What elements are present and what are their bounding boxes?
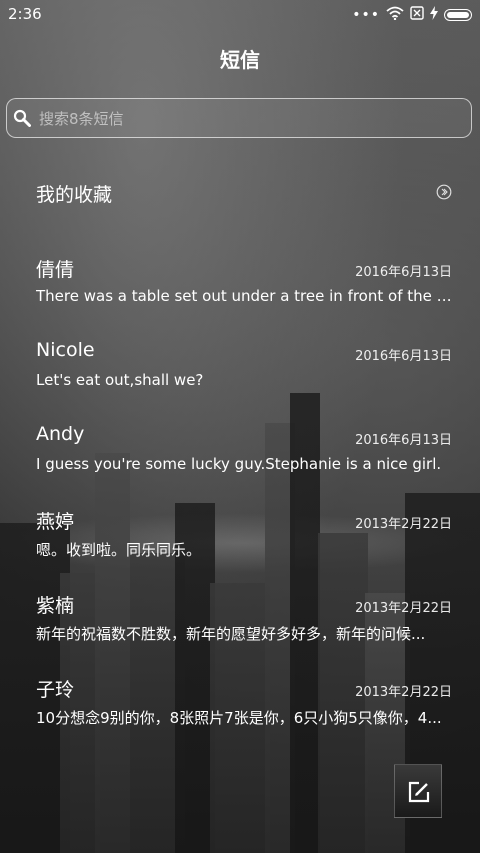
message-preview: 新年的祝福数不胜数，新年的愿望好多好多，新年的问候... bbox=[36, 625, 426, 643]
contact-name: 紫楠 bbox=[36, 595, 75, 617]
conversation-item[interactable]: 倩倩 2016年6月13日 There was a table set out … bbox=[36, 255, 452, 315]
status-icons: ••• bbox=[352, 6, 472, 24]
status-bar: 2:36 ••• bbox=[0, 0, 480, 28]
compose-button[interactable] bbox=[394, 764, 442, 818]
wifi-icon bbox=[386, 6, 404, 24]
message-date: 2016年6月13日 bbox=[355, 265, 452, 280]
message-preview: 嗯。收到啦。同乐同乐。 bbox=[36, 541, 202, 559]
search-bar[interactable] bbox=[6, 98, 472, 139]
favorites-row[interactable]: 我的收藏 bbox=[36, 178, 452, 210]
charging-icon bbox=[430, 6, 438, 24]
contact-name: Nicole bbox=[36, 339, 95, 361]
message-date: 2013年2月22日 bbox=[355, 685, 452, 700]
message-date: 2013年2月22日 bbox=[355, 517, 452, 532]
search-icon bbox=[13, 109, 31, 127]
message-date: 2013年2月22日 bbox=[355, 601, 452, 616]
contact-name: 倩倩 bbox=[36, 259, 75, 281]
conversation-item[interactable]: 子玲 2013年2月22日 10分想念9别的你，8张照片7张是你，6只小狗5只像… bbox=[36, 675, 452, 735]
contact-name: 子玲 bbox=[36, 679, 75, 701]
chevron-right-icon bbox=[436, 184, 452, 200]
message-preview: There was a table set out under a tree i… bbox=[36, 287, 452, 305]
message-date: 2016年6月13日 bbox=[355, 433, 452, 448]
contact-name: 燕婷 bbox=[36, 511, 75, 533]
notification-dots: ••• bbox=[352, 7, 380, 23]
favorites-label: 我的收藏 bbox=[36, 184, 113, 206]
conversation-item[interactable]: Andy 2016年6月13日 I guess you're some luck… bbox=[36, 423, 452, 483]
message-preview: Let's eat out,shall we? bbox=[36, 371, 204, 389]
battery-icon bbox=[444, 9, 472, 21]
conversation-item[interactable]: 燕婷 2013年2月22日 嗯。收到啦。同乐同乐。 bbox=[36, 507, 452, 567]
contact-name: Andy bbox=[36, 423, 85, 445]
conversation-item[interactable]: Nicole 2016年6月13日 Let's eat out,shall we… bbox=[36, 339, 452, 399]
status-time: 2:36 bbox=[8, 5, 42, 23]
search-input[interactable] bbox=[37, 99, 461, 139]
page-title: 短信 bbox=[220, 48, 260, 72]
no-sim-icon bbox=[410, 6, 424, 24]
message-preview: I guess you're some lucky guy.Stephanie … bbox=[36, 455, 442, 473]
conversation-item[interactable]: 紫楠 2013年2月22日 新年的祝福数不胜数，新年的愿望好多好多，新年的问候.… bbox=[36, 591, 452, 651]
message-date: 2016年6月13日 bbox=[355, 349, 452, 364]
message-preview: 10分想念9别的你，8张照片7张是你，6只小狗5只像你，4... bbox=[36, 709, 442, 727]
